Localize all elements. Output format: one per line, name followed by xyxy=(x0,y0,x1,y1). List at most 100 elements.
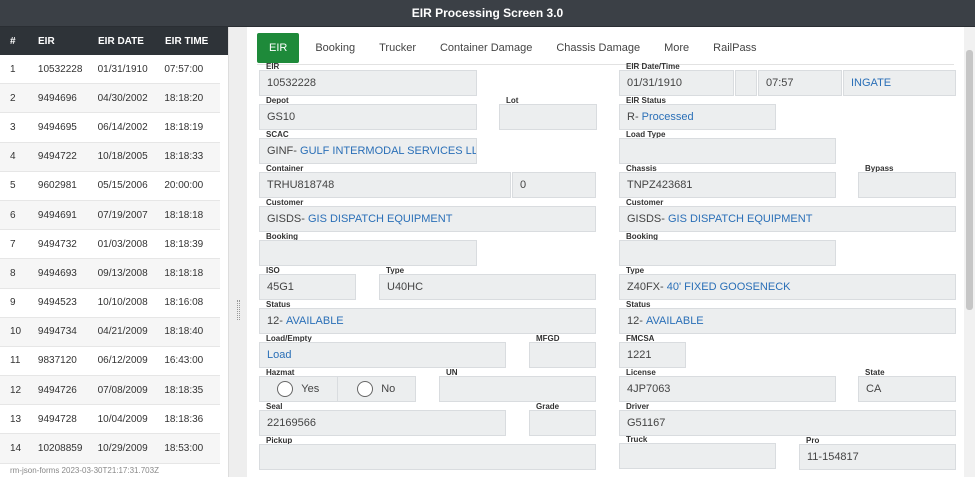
license-field: License 4JP7063 xyxy=(619,368,836,402)
scac-desc: GULF INTERMODAL SERVICES LLC,... xyxy=(300,145,476,157)
status-left-input[interactable]: 12- AVAILABLE xyxy=(259,308,596,334)
booking-right-field: Booking xyxy=(619,232,836,266)
list-item[interactable]: 13 9494728 10/04/2009 18:18:36 xyxy=(0,405,220,435)
row-eir-date: 04/30/2002 xyxy=(97,92,148,104)
iso-input[interactable]: 45G1 xyxy=(259,274,356,300)
truck-input[interactable] xyxy=(619,443,776,469)
scrollbar-thumb[interactable] xyxy=(966,50,973,310)
type-left-input[interactable]: U40HC xyxy=(379,274,596,300)
tab-container-damage[interactable]: Container Damage xyxy=(428,33,544,63)
booking-right-input[interactable] xyxy=(619,240,836,266)
load-empty-field: Load/Empty Load xyxy=(259,334,506,368)
seal-input[interactable]: 22169566 xyxy=(259,410,506,436)
eir-date-input[interactable]: 01/31/1910 xyxy=(619,70,734,96)
booking-left-input[interactable] xyxy=(259,240,477,266)
row-num: 1 xyxy=(10,63,16,75)
pro-input[interactable]: 11-154817 xyxy=(799,444,956,470)
eir-input[interactable]: 10532228 xyxy=(259,70,477,96)
row-eir-date: 10/29/2009 xyxy=(97,443,148,455)
header-eir-time[interactable]: EIR TIME xyxy=(155,36,221,47)
row-eir-time: 18:16:08 xyxy=(164,297,204,309)
seal-field: Seal 22169566 xyxy=(259,402,506,436)
list-item[interactable]: 8 9494693 09/13/2008 18:18:18 xyxy=(0,259,220,289)
bypass-input[interactable] xyxy=(858,172,956,198)
lot-field: Lot xyxy=(499,96,597,130)
load-empty-input[interactable]: Load xyxy=(259,342,506,368)
list-item[interactable]: 5 9602981 05/15/2006 20:00:00 xyxy=(0,172,220,201)
row-eir: 9494696 xyxy=(37,92,77,104)
row-eir-time: 07:57:00 xyxy=(164,63,204,75)
list-item[interactable]: 6 9494691 07/19/2007 18:18:18 xyxy=(0,200,220,231)
depot-input[interactable]: GS10 xyxy=(259,104,477,130)
row-eir-time: 18:18:39 xyxy=(164,238,204,250)
container-input[interactable]: TRHU818748 xyxy=(259,172,511,198)
row-eir-date: 01/31/1910 xyxy=(97,63,148,75)
mfgd-input[interactable] xyxy=(529,342,596,368)
list-item[interactable]: 3 9494695 06/14/2002 18:18:19 xyxy=(0,113,220,143)
status-left-field: Status 12- AVAILABLE xyxy=(259,300,596,334)
eir-time-field: 07:57 xyxy=(758,70,842,96)
grade-input[interactable] xyxy=(529,410,596,436)
un-input[interactable] xyxy=(439,376,596,402)
row-eir: 9494732 xyxy=(37,238,77,250)
un-field: UN xyxy=(439,368,596,402)
tab-railpass[interactable]: RailPass xyxy=(701,33,768,63)
header-eir[interactable]: EIR xyxy=(28,36,88,47)
header-eir-date[interactable]: EIR DATE xyxy=(88,36,155,47)
list-item[interactable]: 14 10208859 10/29/2009 18:53:00 xyxy=(0,434,220,464)
tab-chassis-damage[interactable]: Chassis Damage xyxy=(544,33,652,63)
row-eir-time: 18:18:19 xyxy=(164,121,204,133)
driver-input[interactable]: G51167 xyxy=(619,410,956,436)
eir-date-picker[interactable] xyxy=(735,70,757,96)
eir-direction-input[interactable]: INGATE xyxy=(843,70,956,96)
tab-eir[interactable]: EIR xyxy=(257,32,300,63)
type-right-input[interactable]: Z40FX- 40' FIXED GOOSENECK xyxy=(619,274,956,300)
scac-field: SCAC GINF- GULF INTERMODAL SERVICES LLC,… xyxy=(259,130,477,164)
eir-status-input[interactable]: R- Processed xyxy=(619,104,776,130)
list-item[interactable]: 1 10532228 01/31/1910 07:57:00 xyxy=(0,55,220,85)
hazmat-yes-option[interactable]: Yes xyxy=(260,377,338,401)
lot-input[interactable] xyxy=(499,104,597,130)
detail-scrollbar[interactable] xyxy=(964,27,975,477)
list-item[interactable]: 9 9494523 10/10/2008 18:16:08 xyxy=(0,289,220,318)
list-item[interactable]: 11 9837120 06/12/2009 16:43:00 xyxy=(0,347,220,377)
row-eir-date: 01/03/2008 xyxy=(97,238,148,250)
load-type-input[interactable] xyxy=(619,138,836,164)
row-eir-time: 18:18:18 xyxy=(164,209,204,221)
eir-time-input[interactable]: 07:57 xyxy=(758,70,842,96)
row-eir: 10532228 xyxy=(37,63,83,75)
radio-icon[interactable] xyxy=(357,381,374,397)
list-item[interactable]: 10 9494734 04/21/2009 18:18:40 xyxy=(0,317,220,347)
list-item[interactable]: 2 9494696 04/30/2002 18:18:20 xyxy=(0,84,220,114)
list-item[interactable]: 7 9494732 01/03/2008 18:18:39 xyxy=(0,230,220,260)
license-input[interactable]: 4JP7063 xyxy=(619,376,836,402)
pickup-input[interactable] xyxy=(259,444,596,470)
tab-trucker[interactable]: Trucker xyxy=(367,33,428,63)
state-input[interactable]: CA xyxy=(858,376,956,402)
status-left-code: 12- xyxy=(267,315,283,327)
row-eir: 9494691 xyxy=(37,209,77,221)
status-right-input[interactable]: 12- AVAILABLE xyxy=(619,308,956,334)
customer-left-input[interactable]: GISDS- GIS DISPATCH EQUIPMENT xyxy=(259,206,596,232)
splitter-grip-icon[interactable] xyxy=(237,300,240,320)
status-right-field: Status 12- AVAILABLE xyxy=(619,300,956,334)
radio-icon[interactable] xyxy=(277,381,294,397)
hazmat-no-option[interactable]: No xyxy=(338,377,416,401)
chassis-input[interactable]: TNPZ423681 xyxy=(619,172,836,198)
container-check-digit[interactable]: 0 xyxy=(512,172,596,198)
scac-input[interactable]: GINF- GULF INTERMODAL SERVICES LLC,... xyxy=(259,138,477,164)
fmcsa-input[interactable]: 1221 xyxy=(619,342,686,368)
pane-splitter[interactable] xyxy=(229,27,247,477)
list-item[interactable]: 12 9494726 07/08/2009 18:18:35 xyxy=(0,376,220,406)
row-eir: 9602981 xyxy=(37,180,77,192)
hazmat-yes-label: Yes xyxy=(301,383,320,395)
row-eir: 9494523 xyxy=(37,297,77,309)
tab-more[interactable]: More xyxy=(652,33,701,63)
list-item[interactable]: 4 9494722 10/18/2005 18:18:33 xyxy=(0,142,220,172)
tab-booking[interactable]: Booking xyxy=(303,33,367,63)
header-num[interactable]: # xyxy=(0,36,28,47)
type-right-code: Z40FX- xyxy=(627,281,664,293)
row-num: 5 xyxy=(10,180,16,192)
customer-right-input[interactable]: GISDS- GIS DISPATCH EQUIPMENT xyxy=(619,206,956,232)
eir-list-rows: 1 10532228 01/31/1910 07:57:00 2 9494696 04/30… xyxy=(0,55,228,464)
